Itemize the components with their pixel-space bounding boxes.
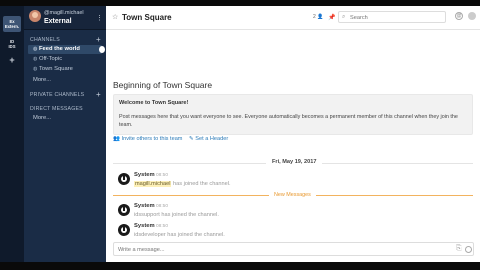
add-channel-button[interactable]: + [96,36,101,44]
message-input[interactable] [118,245,448,254]
channel-sidebar: @magill.michael External ⋮ CHANNELS + ◍ F… [24,6,106,262]
team-sub: Extern. [4,24,20,29]
mention-highlight[interactable]: magill.michael [134,181,172,187]
main-content: ☆ Town Square ▾ 2 👤 📌 ⌕ @ Beginning of T… [106,6,480,262]
post-message: magill.michael has joined the channel. [134,181,231,187]
post-time[interactable]: 08:50 [156,173,168,178]
message-composer: ⎘ [113,242,474,256]
sidebar-item-off-topic[interactable]: ◍ Off-Topic [28,55,102,64]
post-author: System [134,172,155,178]
emoji-icon[interactable] [465,246,472,253]
welcome-title: Welcome to Town Square! [119,100,189,106]
private-channels-section-label: PRIVATE CHANNELS [30,92,85,98]
channels-section-label: CHANNELS [30,37,60,43]
sidebar-header: @magill.michael External ⋮ [24,6,106,30]
member-count-value: 2 [313,14,316,20]
chevron-down-icon[interactable]: ▾ [167,15,170,21]
more-channels-link[interactable]: More... [28,76,102,85]
post[interactable]: System 08:50 magill.michael has joined t… [118,172,458,192]
mouse-cursor [99,46,105,53]
system-avatar-icon [118,173,130,185]
add-team-button[interactable]: + [3,56,21,72]
set-header-label: Set a Header [195,136,229,142]
post-message: idsdeveloper has joined the channel. [134,232,225,238]
team-button-external[interactable]: Ex Extern. [3,16,21,32]
direct-messages-section-label: DIRECT MESSAGES [30,106,83,112]
sidebar-item-label: Feed the world [39,46,80,52]
invite-label: Invite others to this team [121,136,183,142]
post[interactable]: System 08:50 idsdeveloper has joined the… [118,223,458,243]
search-input[interactable] [350,13,442,22]
date-separator: Fri, May 19, 2017 [266,159,323,165]
sidebar-item-label: Town Square [39,66,73,72]
sidebar-item-label: Off-Topic [39,56,63,62]
team-name: External [44,18,72,25]
mention-icon[interactable]: @ [455,12,463,20]
system-avatar-icon [118,204,130,216]
search-box[interactable]: ⌕ [338,11,446,23]
attachment-icon[interactable]: ⎘ [456,245,462,253]
members-icon: 👤 [317,14,324,20]
post[interactable]: System 08:50 idssupport has joined the c… [118,203,458,223]
post-message: idssupport has joined the channel. [134,212,219,218]
channel-title[interactable]: Town Square [122,13,172,22]
team-button-ids[interactable]: ID IDS [3,36,21,52]
new-messages-separator: New Messages [269,192,316,198]
post-time[interactable]: 08:50 [156,224,168,229]
post-author: System [134,203,155,209]
more-direct-messages-link[interactable]: More... [28,114,102,123]
post-time[interactable]: 08:50 [156,204,168,209]
set-header-link[interactable]: ✎ Set a Header [189,136,228,142]
post-author: System [134,223,155,229]
channel-intro-title: Beginning of Town Square [113,80,213,90]
main-menu-icon[interactable]: ⋮ [96,14,103,22]
member-count[interactable]: 2 👤 [313,14,323,20]
welcome-panel: Welcome to Town Square! Post messages he… [113,94,473,135]
team-sidebar: Ex Extern. ID IDS + [0,6,24,262]
add-user-icon: 👥 [113,136,122,142]
post-message-rest: has joined the channel. [173,181,231,187]
sidebar-item-feed-the-world[interactable]: ◍ Feed the world [28,45,105,54]
pin-icon[interactable]: 📌 [328,14,335,21]
sidebar-item-town-square[interactable]: ◍ Town Square [28,65,102,74]
window-bottom-strip [0,262,480,270]
welcome-body: Post messages here that you want everyon… [119,114,458,128]
search-icon: ⌕ [342,14,346,20]
favorite-star-icon[interactable]: ☆ [112,13,118,21]
flag-icon[interactable] [468,12,476,20]
team-sub: IDS [8,44,16,49]
channel-header: ☆ Town Square ▾ 2 👤 📌 ⌕ @ [106,6,480,30]
system-avatar-icon [118,224,130,236]
add-private-channel-button[interactable]: + [96,91,101,99]
username: @magill.michael [44,10,84,16]
invite-others-link[interactable]: 👥 Invite others to this team [113,136,182,142]
avatar[interactable] [29,10,41,22]
